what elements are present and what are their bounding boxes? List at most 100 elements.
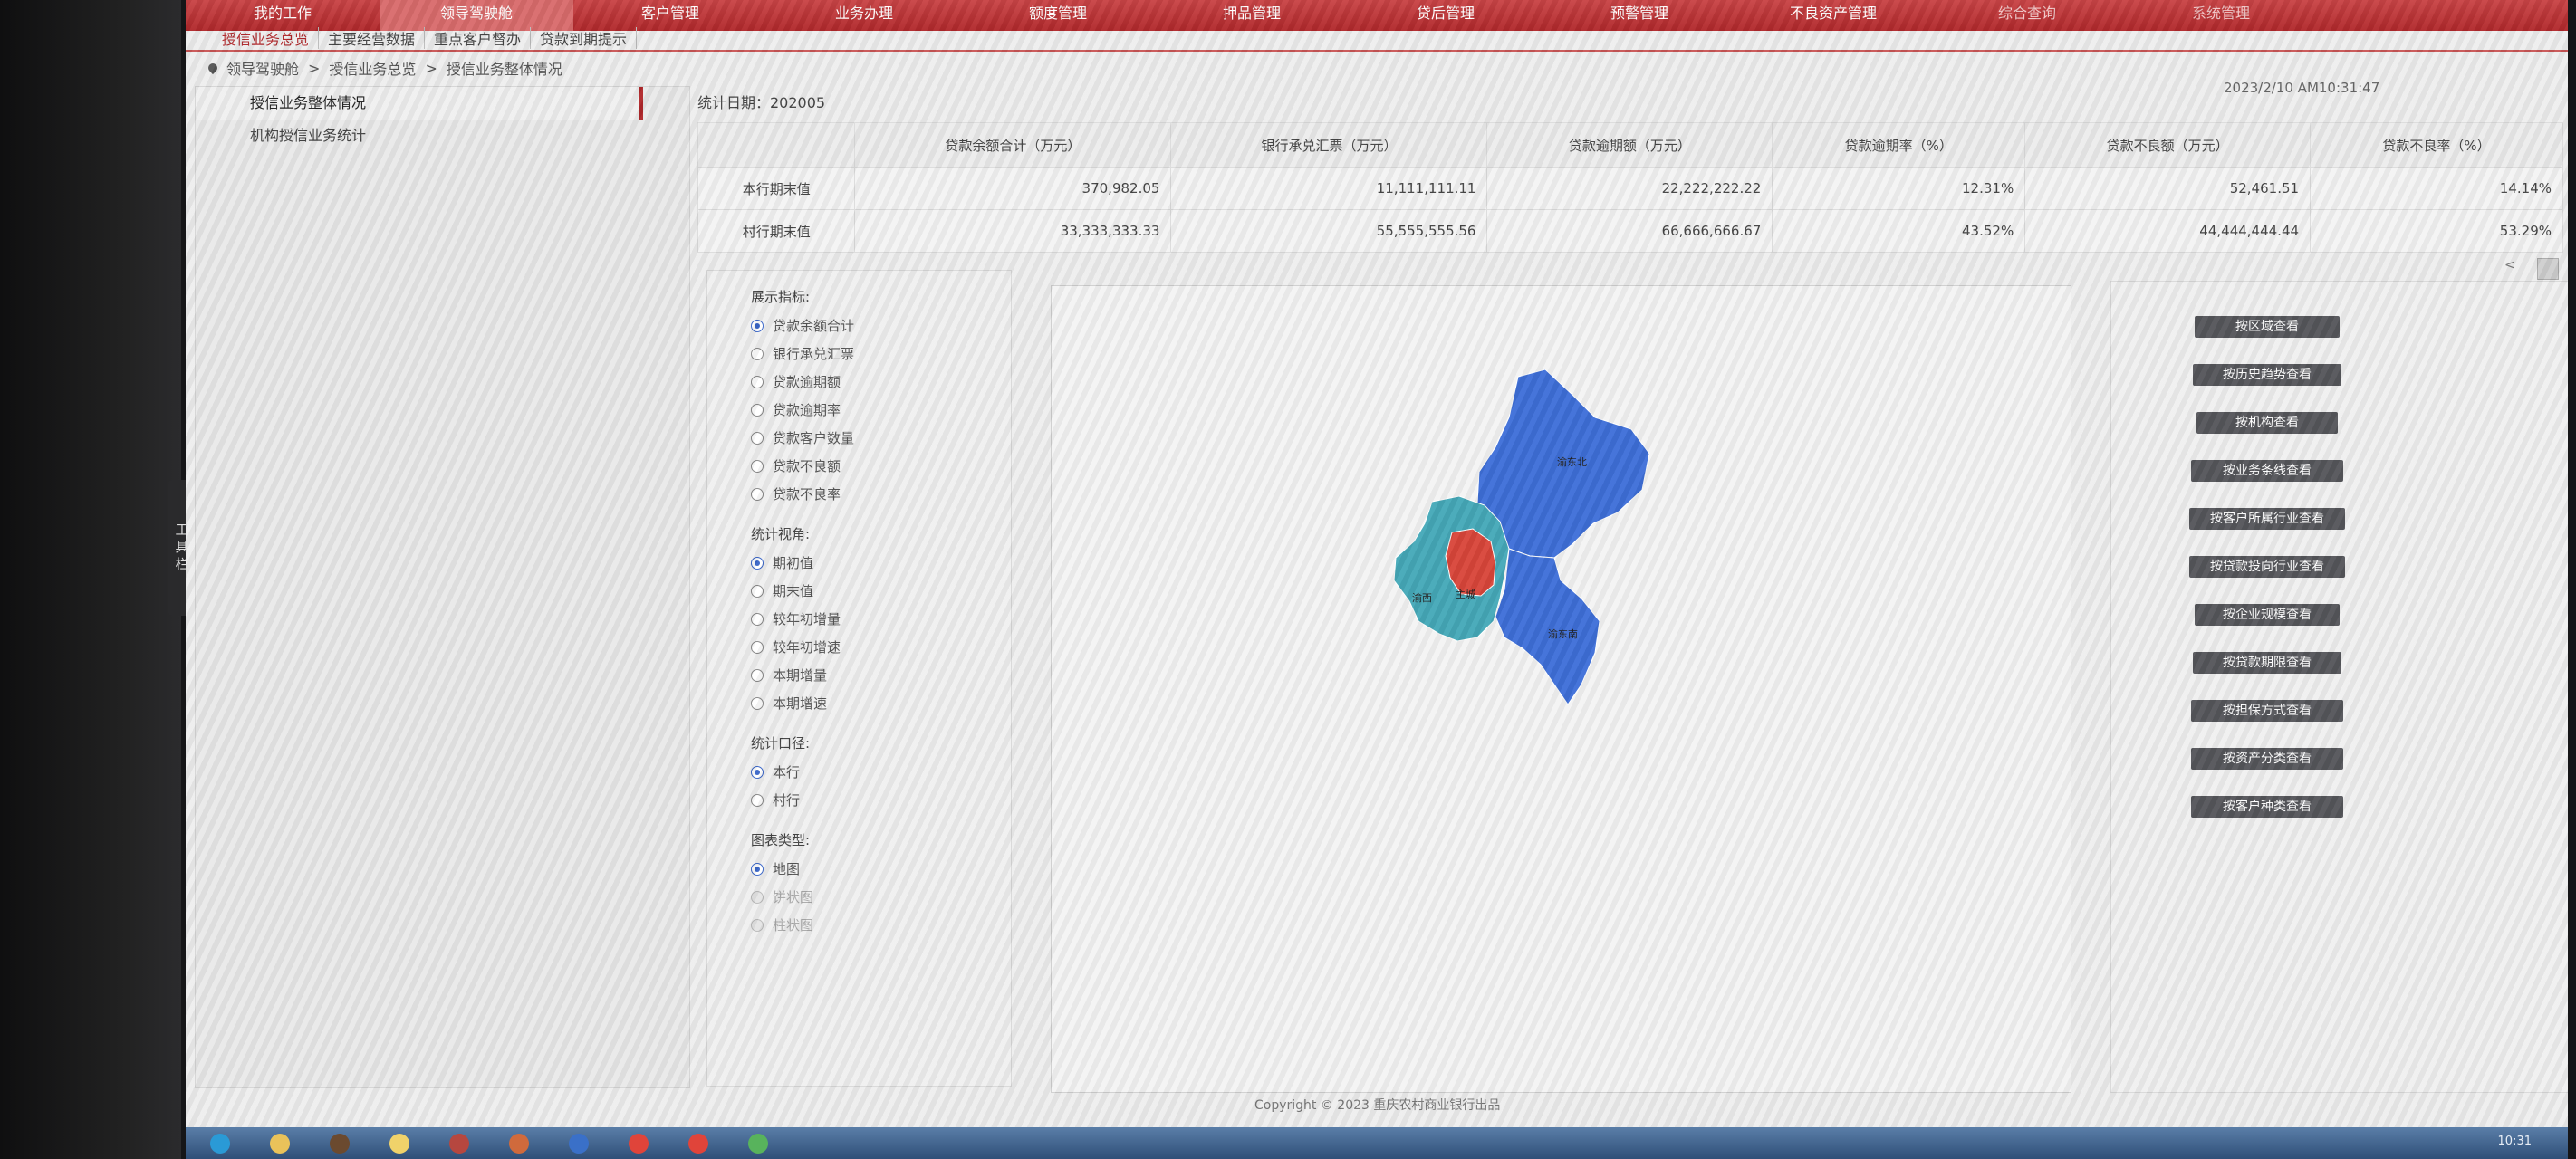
table-body: 本行期末值 370,982.05 11,111,111.11 22,222,222.2… — [697, 167, 2563, 253]
monitor-bezel — [0, 0, 181, 1159]
taskbar-folder-icon[interactable] — [255, 1130, 305, 1157]
nav-item-1[interactable]: 领导驾驶舱 — [380, 0, 573, 31]
filter-option-indicator-4[interactable]: 贷款客户数量 — [751, 424, 1011, 452]
filter-option-caliber-1[interactable]: 期末值 — [751, 577, 1011, 605]
view-button-0[interactable]: 按区域查看 — [2195, 316, 2340, 338]
taskbar-notes-icon[interactable] — [374, 1130, 425, 1157]
taskbar-clock[interactable]: 10:31 — [2498, 1135, 2532, 1148]
nav-item-3[interactable]: 业务办理 — [767, 0, 961, 31]
radio-icon[interactable] — [751, 862, 764, 876]
chevron-left-icon[interactable]: < — [2504, 258, 2515, 273]
sub-tabs: 授信业务总览 主要经营数据 重点客户督办 贷款到期提示 — [213, 27, 638, 49]
table-cell: 370,982.05 — [854, 167, 1172, 210]
app-icon — [330, 1133, 350, 1154]
radio-icon[interactable] — [751, 668, 764, 682]
radio-icon[interactable] — [751, 793, 764, 807]
radio-icon[interactable] — [751, 431, 764, 445]
taskbar-app-icon[interactable] — [314, 1130, 365, 1157]
table-cell: 11,111,111.11 — [1170, 167, 1488, 210]
filter-option-scope-0[interactable]: 本行 — [751, 758, 1011, 786]
radio-icon[interactable] — [751, 347, 764, 360]
view-button-2[interactable]: 按机构查看 — [2196, 412, 2338, 434]
radio-icon[interactable] — [751, 459, 764, 473]
taskbar-chrome-icon[interactable] — [613, 1130, 664, 1157]
filter-option-caliber-0[interactable]: 期初值 — [751, 549, 1011, 577]
taskbar-chrome-2-icon[interactable] — [673, 1130, 724, 1157]
taskbar-network-icon[interactable] — [733, 1130, 783, 1157]
nav-item-0[interactable]: 我的工作 — [186, 0, 380, 31]
folder-icon — [270, 1133, 290, 1154]
nav-item-7[interactable]: 预警管理 — [1543, 0, 1736, 31]
view-button-8[interactable]: 按担保方式查看 — [2191, 700, 2343, 722]
map-region-yudongnan[interactable] — [1495, 548, 1600, 705]
radio-icon[interactable] — [751, 612, 764, 626]
filter-option-indicator-3[interactable]: 贷款逾期率 — [751, 396, 1011, 424]
view-button-6[interactable]: 按企业规模查看 — [2195, 604, 2340, 626]
subtab-1[interactable]: 主要经营数据 — [319, 27, 426, 49]
nav-item-6[interactable]: 贷后管理 — [1349, 0, 1543, 31]
radio-icon[interactable] — [751, 584, 764, 598]
breadcrumb-item-1[interactable]: 授信业务总览 — [329, 57, 416, 79]
filter-option-indicator-5[interactable]: 贷款不良额 — [751, 452, 1011, 480]
network-icon — [748, 1133, 768, 1154]
filter-label-scope: 统计口径: — [751, 735, 811, 752]
nav-item-4[interactable]: 额度管理 — [961, 0, 1155, 31]
filter-option-caliber-2[interactable]: 较年初增量 — [751, 605, 1011, 633]
filter-option-caliber-4[interactable]: 本期增量 — [751, 661, 1011, 689]
filter-option-indicator-0[interactable]: 贷款余额合计 — [751, 311, 1011, 340]
nav-item-2[interactable]: 客户管理 — [573, 0, 767, 31]
view-button-5[interactable]: 按贷款投向行业查看 — [2189, 556, 2345, 578]
radio-icon[interactable] — [751, 765, 764, 779]
view-button-1[interactable]: 按历史趋势查看 — [2193, 364, 2341, 386]
view-button-4[interactable]: 按客户所属行业查看 — [2189, 508, 2345, 530]
filter-group-caliber: 统计视角: 期初值 期末值 较年初增量 较年初增速 本期增量 本期增速 — [707, 524, 1011, 717]
notes-icon — [389, 1133, 409, 1154]
radio-icon[interactable] — [751, 319, 764, 332]
top-nav: 我的工作 领导驾驶舱 客户管理 业务办理 额度管理 押品管理 贷后管理 预警管理 不良资产管理综… — [186, 0, 2568, 31]
nav-item-8[interactable]: 不良资产管理 — [1736, 0, 1930, 31]
left-menu-item-1[interactable]: 机构授信业务统计 — [196, 120, 689, 152]
stat-date: 统计日期：202005 — [697, 94, 826, 111]
nav-item-9[interactable]: 综合查询 — [1930, 0, 2124, 31]
scroll-thumb[interactable] — [2537, 258, 2559, 280]
table-header-2: 银行承兑汇票（万元） — [1170, 122, 1488, 168]
table-row: 本行期末值 370,982.05 11,111,111.11 22,222,222.2… — [697, 167, 2563, 210]
taskbar-start-icon[interactable] — [195, 1130, 245, 1157]
filter-option-caliber-5[interactable]: 本期增速 — [751, 689, 1011, 717]
nav-item-10[interactable]: 系统管理 — [2124, 0, 2318, 31]
table-scroll-control[interactable]: < — [2504, 258, 2559, 280]
subtab-2[interactable]: 重点客户督办 — [425, 27, 532, 49]
tool-icon — [509, 1133, 529, 1154]
filter-option-chart_type-0[interactable]: 地图 — [751, 855, 1011, 883]
view-button-10[interactable]: 按客户种类查看 — [2191, 796, 2343, 818]
os-taskbar: 10:31 — [186, 1127, 2568, 1159]
filter-option-indicator-6[interactable]: 贷款不良率 — [751, 480, 1011, 508]
taskbar-tool-icon[interactable] — [494, 1130, 544, 1157]
radio-icon[interactable] — [751, 403, 764, 417]
filter-option-scope-1[interactable]: 村行 — [751, 786, 1011, 814]
nav-item-5[interactable]: 押品管理 — [1155, 0, 1349, 31]
taskbar-database-icon[interactable] — [434, 1130, 485, 1157]
radio-icon[interactable] — [751, 696, 764, 710]
filter-option-caliber-3[interactable]: 较年初增速 — [751, 633, 1011, 661]
table-header-3: 贷款逾期额（万元） — [1486, 122, 1773, 168]
taskbar-editor-icon[interactable] — [553, 1130, 604, 1157]
table-cell: 55,555,555.56 — [1170, 209, 1488, 253]
view-button-7[interactable]: 按贷款期限查看 — [2193, 652, 2341, 674]
left-menu-item-0[interactable]: 授信业务整体情况 — [196, 87, 643, 120]
radio-icon[interactable] — [751, 375, 764, 388]
subtab-0[interactable]: 授信业务总览 — [213, 27, 320, 49]
subtab-3[interactable]: 贷款到期提示 — [531, 27, 638, 49]
radio-icon[interactable] — [751, 487, 764, 501]
radio-icon[interactable] — [751, 640, 764, 654]
filter-option-chart_type-2: 柱状图 — [751, 911, 1011, 939]
view-button-9[interactable]: 按资产分类查看 — [2191, 748, 2343, 770]
radio-icon[interactable] — [751, 556, 764, 570]
view-button-3[interactable]: 按业务条线查看 — [2191, 460, 2343, 482]
table-cell: 52,461.51 — [2024, 167, 2312, 210]
summary-table: 贷款余额合计（万元） 银行承兑汇票（万元） 贷款逾期额（万元） 贷款逾期率（%） 贷款不… — [697, 122, 2563, 253]
breadcrumb-item-0[interactable]: 领导驾驶舱 — [226, 57, 299, 79]
filter-panel: 展示指标: 贷款余额合计 银行承兑汇票 贷款逾期额 贷款逾期率 贷款客户数量 贷款不良额 贷款… — [706, 270, 1012, 1087]
filter-option-indicator-1[interactable]: 银行承兑汇票 — [751, 340, 1011, 368]
filter-option-indicator-2[interactable]: 贷款逾期额 — [751, 368, 1011, 396]
